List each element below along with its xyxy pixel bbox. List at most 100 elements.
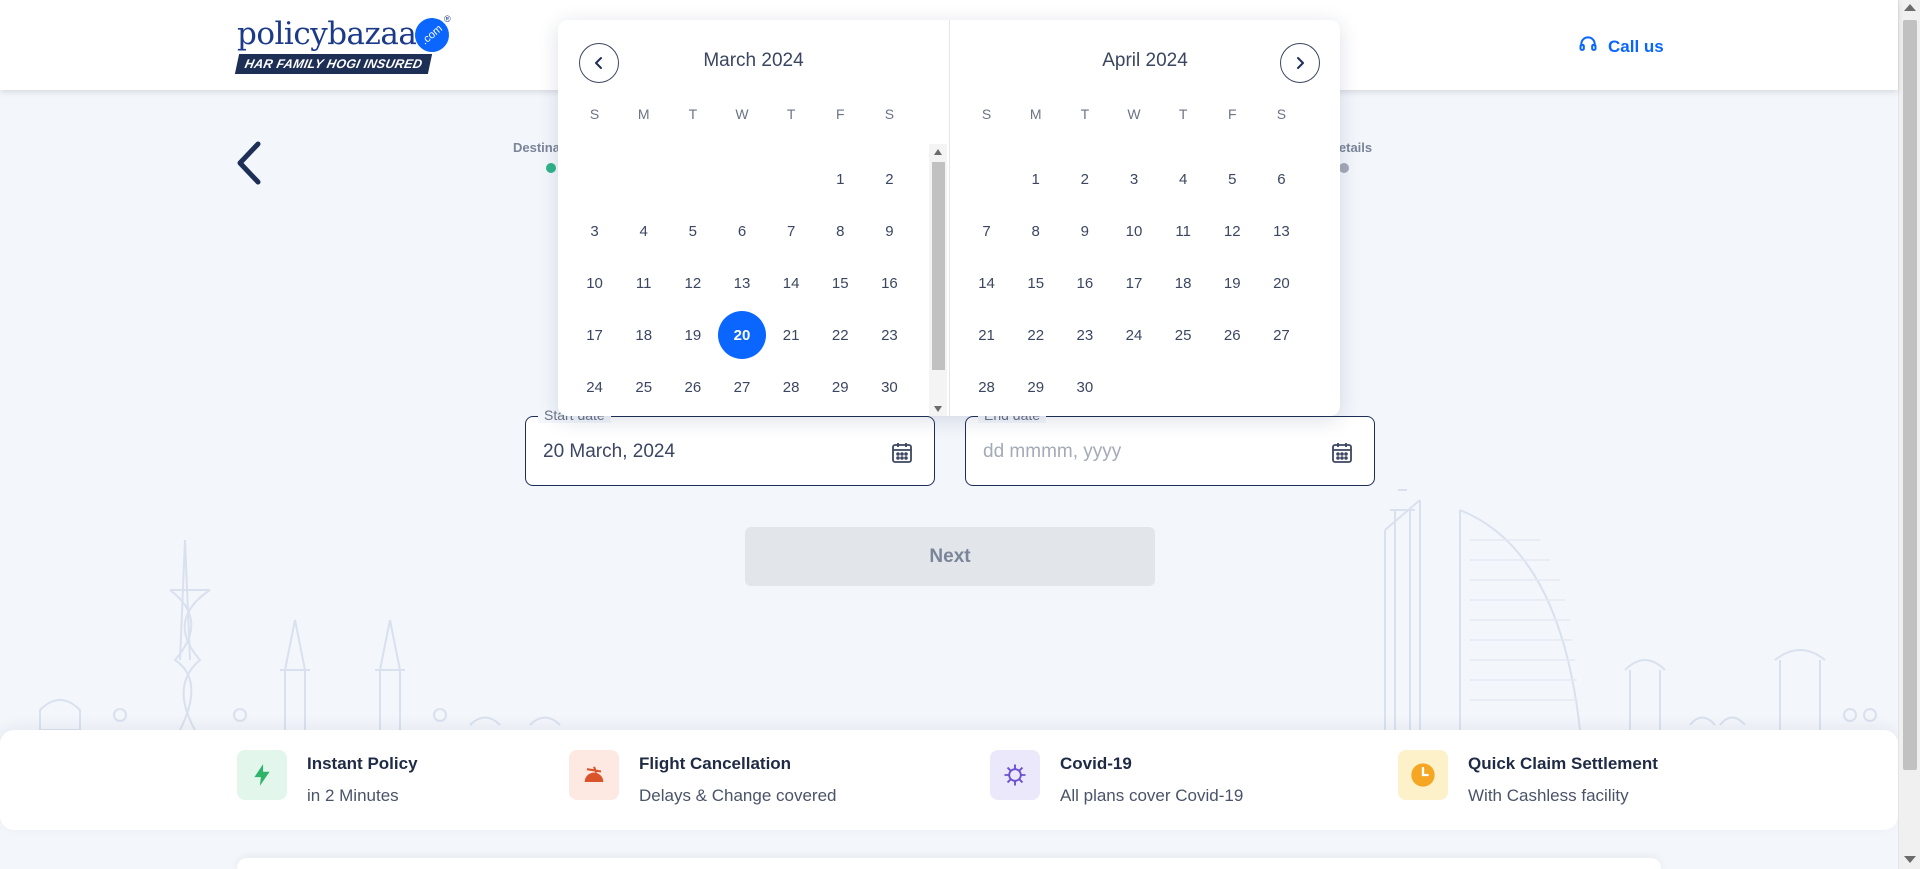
day-label: 22: [831, 326, 849, 344]
day-cell[interactable]: 20: [1257, 258, 1306, 308]
day-label: 17: [1125, 274, 1143, 292]
day-cell[interactable]: 22: [816, 310, 865, 360]
day-cell[interactable]: 22: [1011, 310, 1060, 360]
empty-day-cell: [717, 154, 766, 204]
day-cell[interactable]: 2: [865, 154, 914, 204]
day-cell[interactable]: 30: [865, 362, 914, 412]
day-cell[interactable]: 17: [570, 310, 619, 360]
day-cell[interactable]: 7: [962, 206, 1011, 256]
day-cell[interactable]: 3: [570, 206, 619, 256]
day-cell[interactable]: 18: [619, 310, 668, 360]
weekday-label: T: [786, 106, 796, 122]
day-cell[interactable]: 15: [816, 258, 865, 308]
end-date-field[interactable]: End date dd mmmm, yyyy: [965, 407, 1375, 486]
content-card: [237, 858, 1661, 869]
day-cell[interactable]: 6: [1257, 154, 1306, 204]
month-title: April 2024: [1102, 50, 1188, 71]
day-cell[interactable]: 24: [1109, 310, 1158, 360]
day-label: 7: [982, 222, 991, 240]
day-cell[interactable]: 7: [767, 206, 816, 256]
weekday-label: F: [835, 106, 845, 122]
day-cell[interactable]: 18: [1159, 258, 1208, 308]
day-cell[interactable]: 5: [668, 206, 717, 256]
day-cell[interactable]: 14: [962, 258, 1011, 308]
day-label: 10: [1125, 222, 1143, 240]
day-cell[interactable]: 2: [1060, 154, 1109, 204]
day-cell[interactable]: 24: [570, 362, 619, 412]
day-cell[interactable]: 26: [1208, 310, 1257, 360]
calendar-icon[interactable]: [890, 441, 914, 465]
day-cell[interactable]: 21: [767, 310, 816, 360]
day-cell[interactable]: 8: [1011, 206, 1060, 256]
day-cell[interactable]: 1: [1011, 154, 1060, 204]
day-cell[interactable]: 3: [1109, 154, 1158, 204]
day-cell[interactable]: 16: [865, 258, 914, 308]
weekday-label: M: [1029, 106, 1042, 122]
day-cell[interactable]: 19: [1208, 258, 1257, 308]
day-cell[interactable]: 10: [570, 258, 619, 308]
day-grid: 1 2 3 4 5 6 7 8 9 10 11 12 13 14 15 16 17 18 19 20 21 22 23 24 2…: [962, 154, 1306, 412]
next-button[interactable]: Next: [745, 527, 1155, 586]
scroll-up-arrow-icon[interactable]: [1904, 4, 1916, 11]
day-cell[interactable]: 28: [767, 362, 816, 412]
day-label: 24: [586, 378, 603, 396]
day-cell[interactable]: 5: [1208, 154, 1257, 204]
day-cell[interactable]: 11: [1159, 206, 1208, 256]
day-cell[interactable]: 19: [668, 310, 717, 360]
day-cell[interactable]: 30: [1060, 362, 1109, 412]
day-label: 2: [1080, 170, 1090, 188]
day-cell[interactable]: 29: [1011, 362, 1060, 412]
day-label: 14: [782, 274, 800, 292]
day-cell[interactable]: 23: [1060, 310, 1109, 360]
day-cell[interactable]: 27: [1257, 310, 1306, 360]
day-cell[interactable]: 20: [717, 310, 766, 360]
day-cell[interactable]: 12: [1208, 206, 1257, 256]
day-cell[interactable]: 25: [619, 362, 668, 412]
day-cell[interactable]: 12: [668, 258, 717, 308]
weekday-label: S: [1276, 106, 1287, 122]
day-cell[interactable]: 25: [1159, 310, 1208, 360]
day-cell[interactable]: 9: [865, 206, 914, 256]
day-cell[interactable]: 26: [668, 362, 717, 412]
day-cell[interactable]: 17: [1109, 258, 1158, 308]
day-cell[interactable]: 14: [767, 258, 816, 308]
call-us-button[interactable]: Call us: [1578, 34, 1664, 59]
day-cell[interactable]: 28: [962, 362, 1011, 412]
day-grid: 1 2 3 4 5 6 7 8 9 10 11 12 13 14 15 16 17 18 19 20 21 22 23 24 2…: [570, 154, 914, 412]
scroll-thumb[interactable]: [932, 162, 945, 370]
day-label: 4: [639, 222, 648, 240]
day-label: 11: [1175, 222, 1191, 240]
day-label: 10: [586, 274, 603, 292]
day-cell[interactable]: 10: [1109, 206, 1158, 256]
day-cell[interactable]: 9: [1060, 206, 1109, 256]
day-label: 3: [1129, 170, 1139, 188]
day-cell[interactable]: 16: [1060, 258, 1109, 308]
scroll-up-arrow-icon[interactable]: [934, 149, 942, 155]
calendar-scrollbar[interactable]: [929, 144, 947, 416]
day-cell[interactable]: 29: [816, 362, 865, 412]
back-button[interactable]: [232, 140, 266, 186]
day-cell[interactable]: 27: [717, 362, 766, 412]
day-cell[interactable]: 4: [1159, 154, 1208, 204]
day-cell[interactable]: 23: [865, 310, 914, 360]
page-scrollbar[interactable]: [1898, 0, 1920, 869]
day-cell[interactable]: 21: [962, 310, 1011, 360]
month-panel-left: March 2024 SMTWTFS 1 2 3 4 5 6 7 8 9 10 11 12 13 14 15…: [558, 20, 949, 416]
day-cell[interactable]: 11: [619, 258, 668, 308]
scroll-down-arrow-icon[interactable]: [1904, 856, 1916, 863]
calendar-icon[interactable]: [1330, 441, 1354, 465]
day-cell[interactable]: 1: [816, 154, 865, 204]
day-cell[interactable]: 15: [1011, 258, 1060, 308]
day-cell[interactable]: 6: [717, 206, 766, 256]
day-cell[interactable]: 13: [1257, 206, 1306, 256]
start-date-field[interactable]: Start date 20 March, 2024: [525, 407, 935, 486]
weekday-label: W: [735, 106, 749, 122]
scroll-thumb[interactable]: [1903, 20, 1917, 770]
day-cell[interactable]: 13: [717, 258, 766, 308]
feature-subtitle: Delays & Change covered: [639, 786, 837, 805]
scroll-down-arrow-icon[interactable]: [934, 406, 942, 412]
day-cell[interactable]: 4: [619, 206, 668, 256]
day-cell[interactable]: 8: [816, 206, 865, 256]
policybazaar-logo[interactable]: policybazaar .com ® HAR FAMILY HOGI INSU…: [234, 11, 457, 76]
step-label-destination: Destina: [513, 140, 560, 155]
